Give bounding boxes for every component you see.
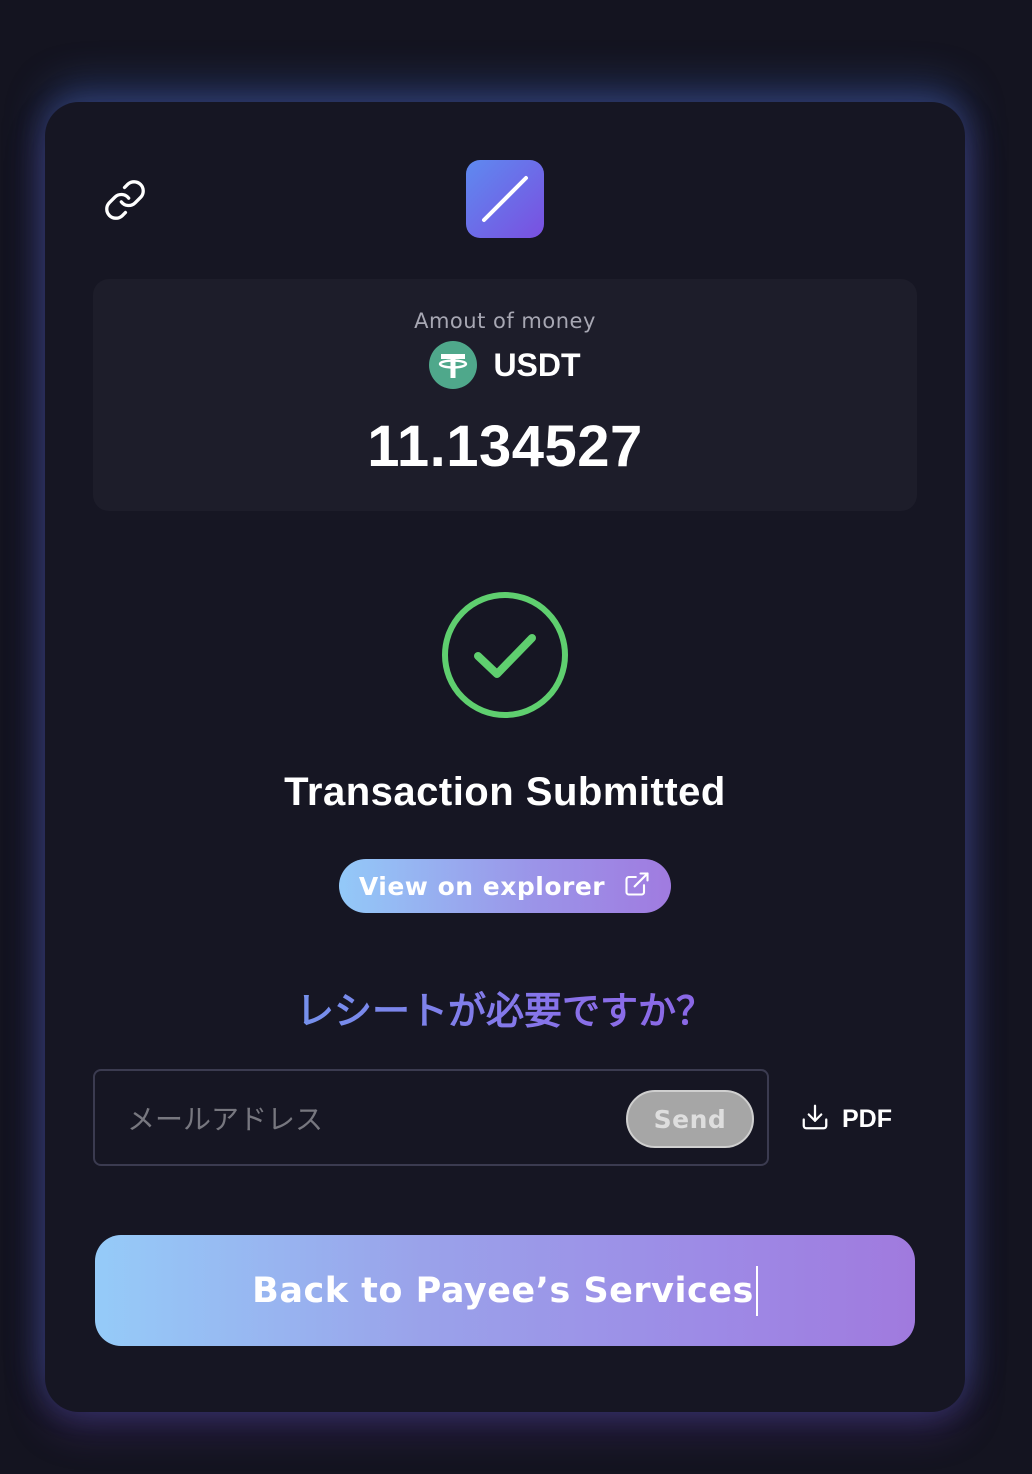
download-icon xyxy=(800,1102,830,1136)
pdf-label: PDF xyxy=(842,1104,892,1133)
amount-label: Amout of money xyxy=(414,309,596,333)
link-icon[interactable] xyxy=(103,178,147,222)
amount-value: 11.134527 xyxy=(367,414,643,479)
payment-card: Amout of money USDT 11.134527 Transactio xyxy=(45,102,965,1412)
currency-row: USDT xyxy=(93,341,917,389)
email-input[interactable] xyxy=(125,1091,599,1147)
page: Amout of money USDT 11.134527 Transactio xyxy=(0,0,1032,1474)
pdf-download-button[interactable]: PDF xyxy=(800,1095,892,1143)
external-link-icon xyxy=(623,870,651,902)
check-circle-icon xyxy=(440,590,570,720)
amount-panel: Amout of money USDT 11.134527 xyxy=(93,279,917,511)
slash-logo xyxy=(466,160,544,238)
status-title: Transaction Submitted xyxy=(284,770,726,814)
explorer-label: View on explorer xyxy=(358,871,606,901)
receipt-question: レシートが必要ですか？ xyxy=(45,980,965,1035)
back-button-label: Back to Payee’s Services xyxy=(252,1270,754,1311)
text-cursor xyxy=(755,1265,758,1316)
back-to-services-button[interactable]: Back to Payee’s Services xyxy=(95,1235,915,1346)
currency-name: USDT xyxy=(493,346,581,383)
view-on-explorer-button[interactable]: View on explorer xyxy=(339,859,671,913)
send-button[interactable]: Send xyxy=(626,1090,754,1148)
tether-icon xyxy=(429,341,478,389)
email-field-container: Send xyxy=(93,1069,769,1166)
